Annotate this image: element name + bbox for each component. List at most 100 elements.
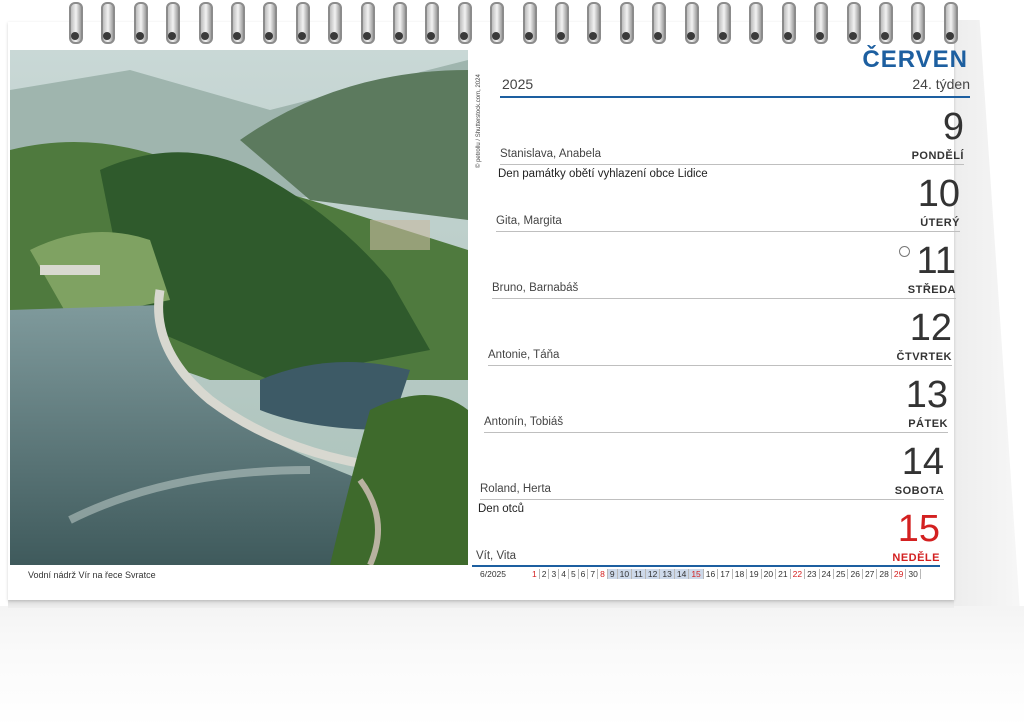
spiral-ring [133, 0, 148, 44]
day-number: 12 [909, 307, 952, 349]
weekday-label: PÁTEK [908, 418, 948, 430]
spiral-ring [489, 0, 505, 44]
mini-calendar-day: 20 [762, 569, 777, 579]
mini-calendar-day: 22 [791, 569, 806, 579]
spiral-ring [813, 0, 829, 44]
day-divider [496, 231, 960, 232]
spiral-ring [943, 0, 958, 44]
spiral-ring [100, 0, 116, 44]
weekday-label: ČTVRTEK [896, 351, 952, 363]
mini-calendar-day: 30 [906, 569, 921, 579]
spiral-ring [360, 0, 375, 44]
dam-landscape-image [10, 50, 468, 565]
spiral-ring [878, 0, 893, 44]
year-label: 2025 [502, 76, 534, 92]
name-day: Roland, Herta [480, 483, 551, 495]
photo-credit: © petrollu / Shutterstock.com, 2024 [476, 74, 482, 168]
mini-calendar-day: 15 [689, 569, 704, 579]
day-row: 11 Bruno, Barnabáš STŘEDA [492, 234, 956, 302]
spiral-ring [198, 0, 213, 44]
mini-calendar-day: 14 [674, 569, 690, 579]
spiral-ring [781, 0, 796, 44]
mini-calendar: 6/2025 1 2 3 4 5 6 7 8 9 10 11 12 13 14 15 16 17 18 19 20 21 2… [480, 569, 921, 579]
mini-calendar-day: 21 [776, 569, 791, 579]
mini-calendar-day: 11 [632, 569, 646, 579]
name-day: Vít, Vita [476, 550, 517, 562]
name-day: Antonie, Táňa [488, 349, 560, 361]
spiral-ring [554, 0, 569, 44]
day-divider [480, 499, 944, 500]
name-day: Stanislava, Anabela [500, 148, 602, 160]
day-row: 9 Stanislava, Anabela PONDĚLÍ Den památky o… [498, 100, 964, 180]
name-day: Gita, Margita [496, 215, 562, 227]
weekday-label: SOBOTA [894, 485, 944, 497]
day-row: 10 Gita, Margita ÚTERÝ [496, 167, 960, 235]
photo-caption: Vodní nádrž Vír na řece Svratce [28, 570, 156, 580]
day-number: 14 [901, 441, 944, 483]
mini-calendar-day: 16 [704, 569, 719, 579]
mini-calendar-day: 4 [559, 569, 569, 579]
day-number: 11 [916, 240, 956, 282]
weekday-label: PONDĚLÍ [911, 150, 964, 162]
mini-calendar-day: 9 [607, 569, 618, 579]
mini-calendar-day: 10 [617, 569, 633, 579]
mini-calendar-day: 24 [820, 569, 834, 579]
spiral-ring [619, 0, 634, 44]
first-quarter-moon-icon [899, 246, 910, 257]
spiral-ring [424, 0, 440, 44]
spiral-ring [522, 0, 537, 44]
spiral-ring [392, 0, 407, 44]
landscape-photo [10, 50, 468, 565]
day-row: 14 Roland, Herta SOBOTA Den otců [478, 435, 944, 515]
spiral-ring [846, 0, 861, 44]
spiral-binding [68, 0, 958, 44]
spiral-ring [748, 0, 764, 44]
mini-calendar-day: 5 [569, 569, 579, 579]
header-divider [500, 96, 970, 98]
weekday-label: ÚTERÝ [920, 217, 960, 229]
calendar-stand-base [0, 606, 1024, 727]
mini-calendar-day: 2 [540, 569, 550, 579]
weekday-label: NEDĚLE [892, 552, 940, 564]
mini-calendar-day: 7 [588, 569, 599, 579]
spiral-ring [68, 0, 83, 44]
day-number: 13 [905, 374, 948, 416]
spiral-ring [684, 0, 699, 44]
mini-calendar-day: 23 [805, 569, 820, 579]
spiral-ring [716, 0, 731, 44]
spiral-ring [230, 0, 245, 44]
mini-calendar-day: 6 [579, 569, 589, 579]
week-label: 24. týden [912, 76, 970, 92]
day-number: 15 [897, 508, 940, 550]
day-divider [492, 298, 956, 299]
spiral-ring [262, 0, 278, 44]
mini-calendar-day: 17 [718, 569, 733, 579]
day-row: 12 Antonie, Táňa ČTVRTEK [488, 301, 952, 369]
spiral-ring [165, 0, 181, 44]
day-number: 10 [917, 173, 960, 215]
day-divider [500, 164, 964, 165]
spiral-ring [910, 0, 926, 44]
mini-calendar-label: 6/2025 [480, 569, 506, 579]
day-row: 13 Antonín, Tobiáš PÁTEK [484, 368, 948, 436]
mini-calendar-day: 13 [660, 569, 675, 579]
day-divider [488, 365, 952, 366]
mini-calendar-day: 26 [848, 569, 863, 579]
day-divider [484, 432, 948, 433]
mini-calendar-day: 27 [863, 569, 878, 579]
mini-calendar-day: 18 [733, 569, 748, 579]
mini-calendar-day: 29 [892, 569, 907, 579]
mini-calendar-day: 12 [645, 569, 661, 579]
mini-calendar-day: 1 [530, 569, 540, 579]
weekday-label: STŘEDA [907, 284, 956, 296]
day-number: 9 [942, 106, 964, 148]
month-title: ČERVEN [862, 46, 968, 73]
spiral-ring [586, 0, 602, 44]
spiral-ring [327, 0, 343, 44]
spiral-ring [651, 0, 667, 44]
name-day: Antonín, Tobiáš [484, 416, 564, 428]
mini-calendar-day: 19 [747, 569, 762, 579]
mini-calendar-day: 8 [598, 569, 608, 579]
day-row: 15 Vít, Vita NEDĚLE [476, 502, 940, 570]
name-day: Bruno, Barnabáš [492, 282, 579, 294]
